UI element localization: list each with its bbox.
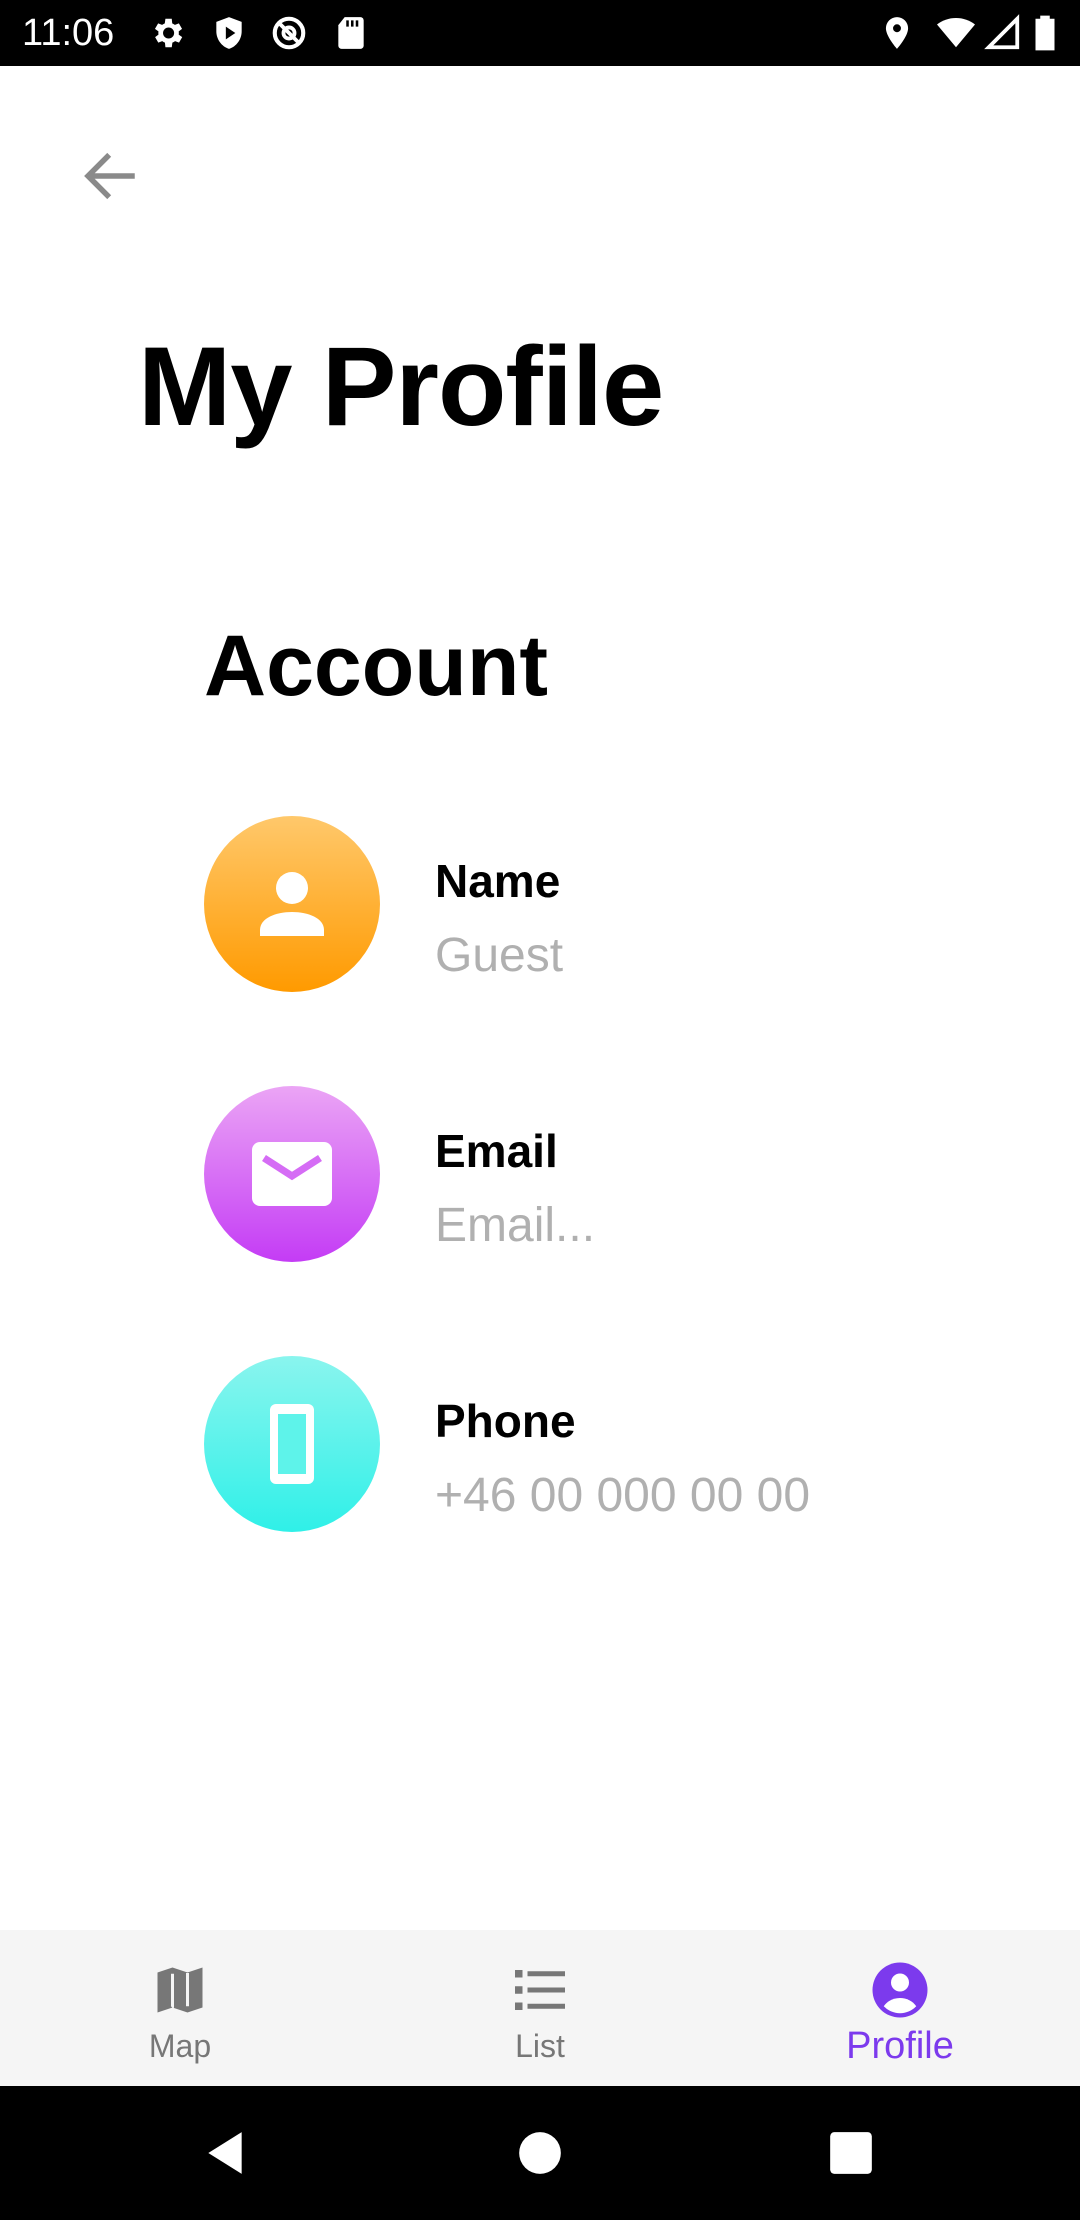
back-button[interactable] [70,140,150,212]
map-icon [150,1960,210,2020]
nav-item-list[interactable]: List [360,1930,720,2086]
settings-icon [148,14,186,52]
wifi-icon [934,14,978,52]
account-row-name[interactable]: Name Guest [204,816,984,996]
at-sign-icon [270,14,308,52]
bottom-navigation: Map List Profile [0,1930,1080,2086]
sd-card-icon [332,14,370,52]
mail-icon [252,1142,332,1206]
status-bar: 11:06 [0,0,1080,66]
list-icon [510,1960,570,2020]
page-title: My Profile [138,324,664,449]
profile-screen: 11:06 My Profile Account Name Guest Emai… [0,0,1080,2220]
nav-label-profile: Profile [846,2025,954,2067]
location-icon [878,14,916,52]
person-icon [260,872,324,936]
name-value: Guest [435,929,564,982]
nav-label-map: Map [148,2028,212,2064]
back-triangle-icon[interactable] [200,2128,250,2178]
nav-item-profile[interactable]: Profile [720,1930,1080,2086]
arrow-left-icon [84,152,135,200]
account-circle-icon [870,1960,930,2020]
section-title-account: Account [204,618,548,714]
account-row-email[interactable]: Email Email... [204,1086,984,1266]
phone-field[interactable]: +46 00 000 00 00 [435,1468,810,1524]
email-label: Email [435,1125,558,1177]
name-avatar [204,816,380,992]
email-avatar [204,1086,380,1262]
phone-icon [270,1404,314,1484]
home-circle-icon[interactable] [515,2128,565,2178]
status-time: 11:06 [22,12,115,54]
signal-icon [984,14,1022,52]
name-label: Name [435,855,561,907]
phone-label: Phone [435,1395,576,1447]
battery-icon [1032,14,1058,52]
nav-item-map[interactable]: Map [0,1930,360,2086]
shield-play-icon [210,14,248,52]
nav-label-list: List [515,2028,565,2064]
email-field[interactable]: Email... [435,1198,595,1254]
recents-square-icon[interactable] [826,2128,876,2178]
system-navigation-bar [0,2086,1080,2220]
account-row-phone[interactable]: Phone +46 00 000 00 00 [204,1356,984,1536]
phone-avatar [204,1356,380,1532]
